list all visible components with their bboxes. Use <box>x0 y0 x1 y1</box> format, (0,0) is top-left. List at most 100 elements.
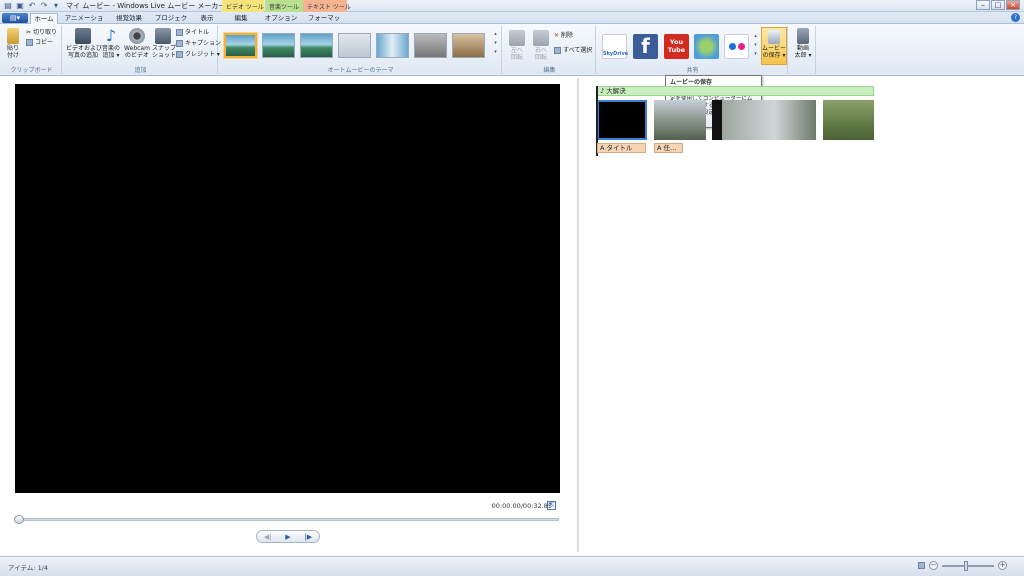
save-icon[interactable]: ▣ <box>16 2 24 10</box>
tooltip-title: ムービーの保存 <box>670 79 713 86</box>
group-label-edit: 編集 <box>543 67 556 74</box>
upload-video-button[interactable]: 動画 太郎 ▾ <box>792 28 814 59</box>
rotate-left-button[interactable]: 左へ 回転 <box>506 30 528 61</box>
group-share: SkyDrive f You Tube ▴ ▾ ▾ ムービー の保存 ▾ 共有 <box>598 26 788 74</box>
facebook-button[interactable]: f <box>633 34 658 59</box>
fullscreen-icon[interactable]: ⇱ <box>547 501 556 510</box>
webcam-video-button[interactable]: Webcam のビデオ <box>122 28 152 59</box>
playback-controls: ◀| ▶ |▶ <box>256 530 320 543</box>
youtube-button[interactable]: You Tube <box>664 34 689 59</box>
windows-live-groups-button[interactable] <box>694 34 719 59</box>
cut-button[interactable]: ✂ 切り取り <box>26 28 57 37</box>
window-controls: – □ × <box>976 0 1020 10</box>
application-menu-button[interactable]: ▤▾ <box>2 13 28 23</box>
video-preview[interactable] <box>15 84 560 493</box>
share-gallery-scroll[interactable]: ▴ ▾ ▾ <box>752 32 759 59</box>
caption-track-title[interactable]: A タイトル <box>597 143 646 153</box>
item-count: アイテム: 1/4 <box>8 564 49 572</box>
music-track[interactable]: ♪ 大解決 <box>597 86 874 96</box>
help-icon[interactable]: ? <box>1011 13 1020 22</box>
credits-icon <box>176 51 183 58</box>
group-label-clipboard: クリップボード <box>10 67 53 74</box>
delete-x-icon: ✕ <box>554 32 560 39</box>
copy-button[interactable]: コピー <box>26 38 53 47</box>
tab-project[interactable]: プロジェクト <box>152 13 190 33</box>
context-tab-text-tools: テキスト ツール <box>303 0 351 12</box>
context-tab-music-tools: 音楽ツール <box>265 0 303 12</box>
ribbon: 貼り 付け ✂ 切り取り コピー クリップボード ビデオおよび 写真の追加 ♪ 音… <box>0 24 1024 76</box>
credits-button[interactable]: クレジット ▾ <box>176 50 220 59</box>
maximize-button[interactable]: □ <box>991 0 1005 10</box>
copy-icon <box>26 39 33 46</box>
clipboard-icon <box>7 28 19 44</box>
theme-sepia[interactable] <box>452 33 485 58</box>
flickr-pink-dot-icon <box>738 43 745 50</box>
title-button[interactable]: タイトル <box>176 28 209 37</box>
zoom-in-icon[interactable]: + <box>998 561 1007 570</box>
group-edit: 左へ 回転 右へ 回転 ✕ 削除 すべて選択 編集 <box>504 26 596 74</box>
play-icon[interactable]: ▶ <box>285 533 290 541</box>
tab-home[interactable]: ホーム <box>30 13 58 24</box>
group-automovie-themes: ▴ ▾ ▾ オートムービーのテーマ <box>220 26 502 74</box>
save-movie-button[interactable]: ムービー の保存 ▾ <box>761 27 787 65</box>
select-all-button[interactable]: すべて選択 <box>554 46 592 55</box>
paste-button[interactable]: 貼り 付け <box>4 28 22 59</box>
clip-video-3[interactable] <box>712 100 816 140</box>
previous-frame-icon[interactable]: ◀| <box>264 533 272 541</box>
zoom-slider[interactable] <box>942 560 994 571</box>
add-videos-photos-button[interactable]: ビデオおよび 写真の追加 <box>66 28 102 59</box>
clip-video-4[interactable] <box>823 100 874 140</box>
app-menu-icon[interactable]: ▤ <box>4 2 12 10</box>
status-bar: アイテム: 1/4 − + <box>0 556 1024 576</box>
clip-video-2[interactable] <box>654 100 706 140</box>
add-music-button[interactable]: ♪ 音楽の 追加 ▾ <box>100 26 122 60</box>
zoom-slider-knob[interactable] <box>964 560 968 571</box>
redo-icon[interactable]: ↷ <box>40 2 48 10</box>
caption-icon <box>176 40 183 47</box>
ribbon-tabs: ▤▾ ホーム アニメーション 視覚効果 プロジェクト 表示 編集 オプション フ… <box>0 12 1024 33</box>
snapshot-button[interactable]: スナップ ショット <box>152 28 176 59</box>
theme-cinematic[interactable] <box>376 33 409 58</box>
theme-black-white[interactable] <box>414 33 447 58</box>
webcam-icon <box>129 28 145 44</box>
customize-qat-icon[interactable]: ▾ <box>52 2 60 10</box>
music-note-icon: ♪ <box>105 26 117 45</box>
thumbnail-size-icon[interactable] <box>918 562 925 569</box>
tab-view[interactable]: 表示 <box>194 13 220 24</box>
theme-fade[interactable] <box>300 33 333 58</box>
theme-default[interactable] <box>224 33 257 58</box>
flickr-button[interactable] <box>724 34 749 59</box>
group-upload: 動画 太郎 ▾ <box>790 26 816 74</box>
context-tab-video-tools: ビデオ ツール <box>222 0 264 12</box>
seek-thumb[interactable] <box>14 515 24 524</box>
film-photo-icon <box>75 28 91 44</box>
upload-icon <box>797 28 809 44</box>
caption-track-2[interactable]: A 任… <box>654 143 683 153</box>
theme-gallery-scroll[interactable]: ▴ ▾ ▾ <box>492 30 499 57</box>
rotate-right-icon <box>533 30 549 46</box>
theme-contemporary[interactable] <box>262 33 295 58</box>
tab-animations[interactable]: アニメーション <box>62 13 106 33</box>
rotate-right-button[interactable]: 右へ 回転 <box>530 30 552 61</box>
skydrive-button[interactable]: SkyDrive <box>602 34 628 59</box>
tab-options[interactable]: オプション <box>264 13 298 24</box>
delete-button[interactable]: ✕ 削除 <box>554 31 573 40</box>
minimize-button[interactable]: – <box>976 0 990 10</box>
seek-bar[interactable] <box>15 518 559 521</box>
clip-title-black[interactable] <box>597 100 647 140</box>
tab-format[interactable]: フォーマット <box>305 13 343 33</box>
rotate-left-icon <box>509 30 525 46</box>
undo-icon[interactable]: ↶ <box>28 2 36 10</box>
tab-edit[interactable]: 編集 <box>226 13 256 24</box>
snapshot-icon <box>155 28 171 44</box>
caption-button[interactable]: キャプション <box>176 39 221 48</box>
pane-splitter[interactable] <box>577 78 579 552</box>
tab-visual-effects[interactable]: 視覚効果 <box>110 13 148 24</box>
title-icon <box>176 29 183 36</box>
close-button[interactable]: × <box>1006 0 1020 10</box>
theme-pan-zoom[interactable] <box>338 33 371 58</box>
zoom-out-icon[interactable]: − <box>929 561 938 570</box>
title-bar: ▤ ▣ ↶ ↷ ▾ マイ ムービー - Windows Live ムービー メー… <box>0 0 1024 12</box>
next-frame-icon[interactable]: |▶ <box>304 533 312 541</box>
select-all-icon <box>554 47 561 54</box>
